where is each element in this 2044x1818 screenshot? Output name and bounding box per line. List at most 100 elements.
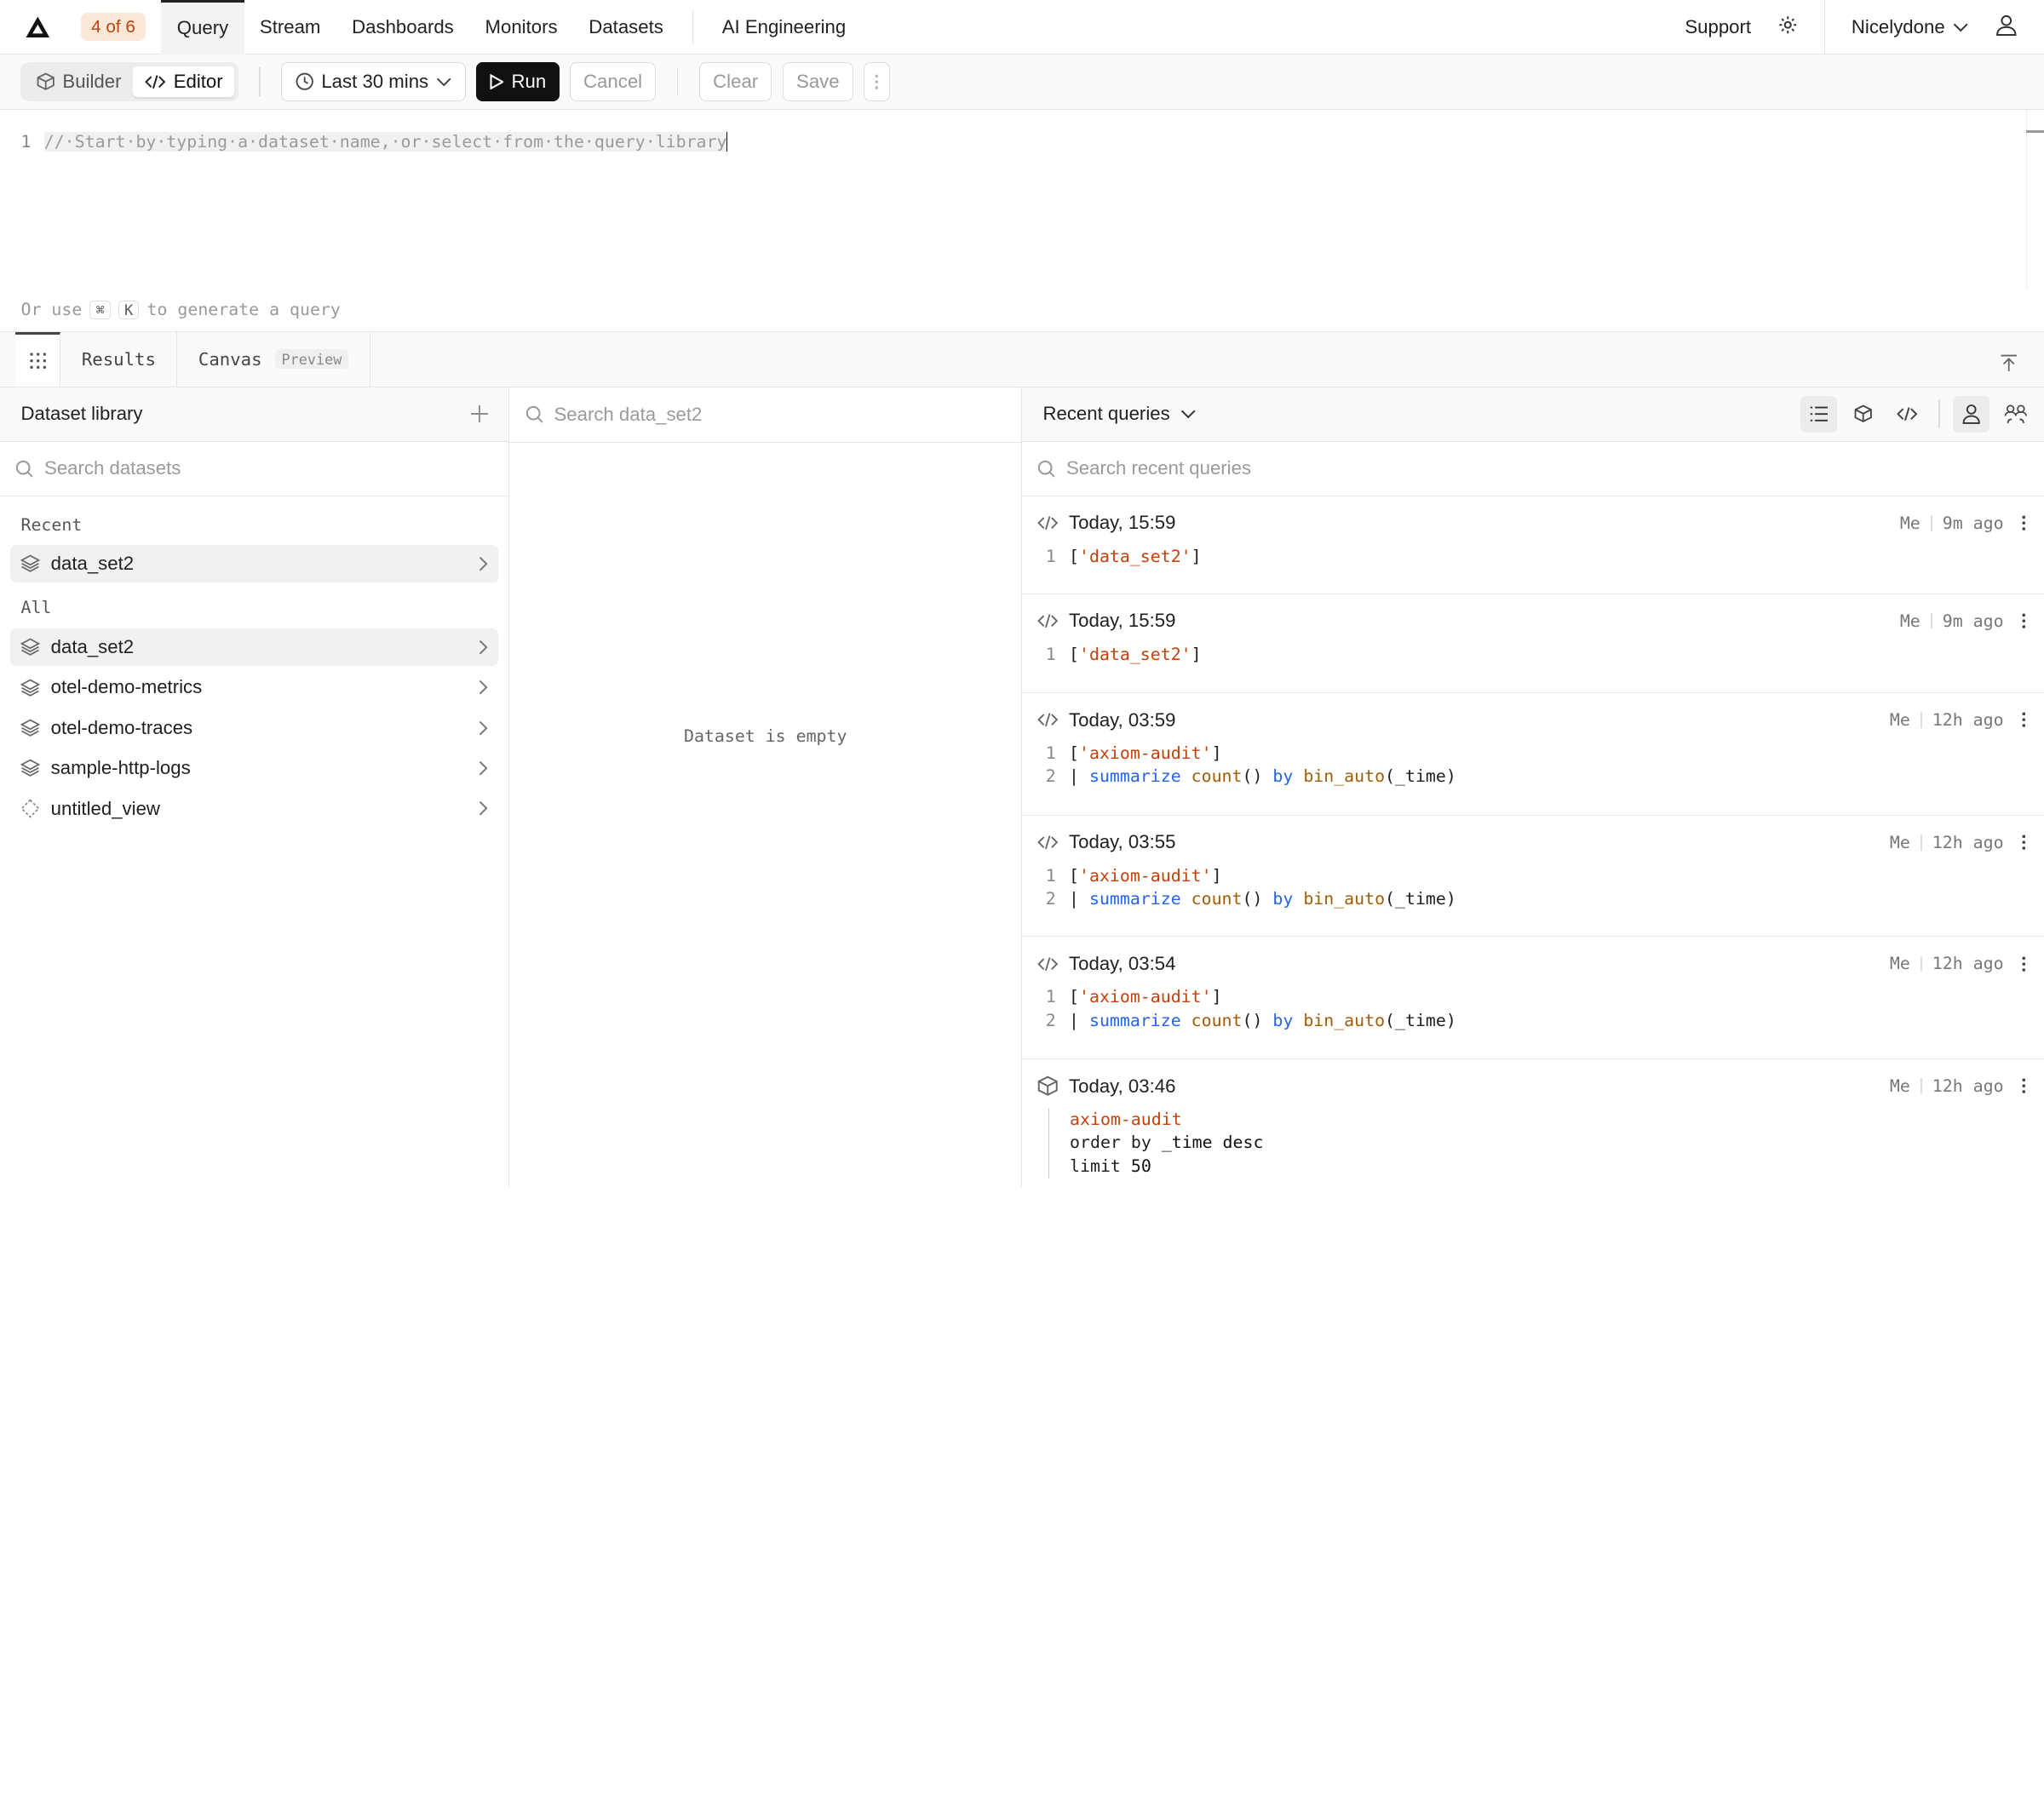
list-icon[interactable]: [1800, 395, 1837, 433]
query-item[interactable]: Today, 15:59 Me 9m ago 1 ['data_set2']: [1021, 496, 2044, 594]
editor-button[interactable]: Editor: [133, 66, 235, 98]
tab-canvas[interactable]: Canvas Preview: [177, 332, 370, 387]
tab-dashboards[interactable]: Dashboards: [336, 0, 469, 54]
search-input[interactable]: Search datasets: [44, 457, 181, 479]
more-options-icon[interactable]: [864, 61, 891, 101]
org-name: Nicelydone: [1851, 16, 1945, 38]
builder-order: order: [1070, 1133, 1121, 1153]
dataset-name: sample-http-logs: [50, 757, 191, 779]
editor-scrollbar[interactable]: [2025, 109, 2044, 290]
hint-prefix: Or use: [20, 300, 83, 320]
recent-search[interactable]: Search recent queries: [1021, 442, 2044, 497]
builder-button[interactable]: Builder: [25, 66, 133, 98]
query-dataset: 'axiom-audit': [1079, 987, 1212, 1007]
recent-search-input[interactable]: Search recent queries: [1066, 457, 1251, 479]
fields-search[interactable]: Search data_set2: [509, 387, 1021, 444]
chevron-right-icon: [479, 639, 488, 655]
dataset-item[interactable]: otel-demo-metrics: [10, 668, 498, 706]
code-icon: [1037, 956, 1059, 971]
cancel-button[interactable]: Cancel: [569, 61, 657, 101]
query-author: Me: [1889, 832, 1910, 852]
fn-count: count: [1191, 1010, 1243, 1030]
query-item[interactable]: Today, 15:59 Me 9m ago 1 ['data_set2']: [1021, 594, 2044, 694]
pipe: |: [1069, 766, 1080, 787]
dataset-name: data_set2: [50, 552, 135, 574]
builder-tree: axiom-audit order by _time desc limit 50: [1048, 1107, 2026, 1179]
query-item[interactable]: Today, 03:59 Me 12h ago 1 ['axiom-audit'] …: [1021, 693, 2044, 817]
plus-icon[interactable]: [471, 405, 488, 423]
builder-dataset: axiom-audit: [1070, 1109, 1182, 1129]
more-options-icon[interactable]: [2022, 834, 2026, 851]
dataset-search[interactable]: Search datasets: [0, 442, 509, 497]
gear-icon[interactable]: [1777, 14, 1798, 40]
query-editor[interactable]: 1 //·Start·by·typing·a·dataset·name,·or·…: [0, 109, 2044, 333]
query-item[interactable]: Today, 03:54 Me 12h ago 1 ['axiom-audit'] …: [1021, 937, 2044, 1060]
clock-icon: [296, 72, 313, 91]
axiom-logo-icon[interactable]: [24, 13, 53, 42]
cube-icon[interactable]: [1845, 396, 1881, 433]
tab-library[interactable]: [15, 332, 61, 387]
tab-results[interactable]: Results: [60, 332, 178, 387]
onboarding-badge[interactable]: 4 of 6: [80, 13, 146, 42]
dataset-item[interactable]: sample-http-logs: [10, 749, 498, 787]
chevron-right-icon: [479, 720, 488, 736]
preview-badge: Preview: [274, 349, 349, 370]
panel-title: Dataset library: [20, 403, 143, 425]
code-icon[interactable]: [1889, 396, 1926, 433]
layers-icon: [20, 638, 41, 657]
dataset-item[interactable]: untitled_view: [10, 789, 498, 827]
more-options-icon[interactable]: [2022, 1078, 2026, 1094]
query-time: Today, 03:54: [1069, 952, 1176, 974]
chevron-right-icon: [479, 556, 488, 571]
hint-suffix: to generate a query: [146, 300, 341, 320]
more-options-icon[interactable]: [2022, 515, 2026, 531]
users-icon[interactable]: [1997, 396, 2034, 433]
save-button[interactable]: Save: [782, 61, 853, 101]
panels: Dataset library Search datasets Recent d…: [0, 387, 2044, 1188]
line-number: 1: [20, 131, 32, 152]
code-icon: [1037, 614, 1059, 628]
builder-order-field: _time desc: [1161, 1133, 1264, 1153]
tab-datasets[interactable]: Datasets: [573, 0, 679, 54]
query-time: Today, 03:59: [1069, 708, 1176, 731]
tab-ai-engineering[interactable]: AI Engineering: [706, 0, 861, 54]
more-options-icon[interactable]: [2022, 956, 2026, 972]
tools-divider: [1938, 399, 1940, 429]
dataset-item[interactable]: data_set2: [10, 544, 499, 583]
user-icon[interactable]: [1952, 395, 1989, 433]
mode-toggle: Builder Editor: [20, 61, 238, 101]
fields-search-input[interactable]: Search data_set2: [554, 404, 702, 426]
clear-button[interactable]: Clear: [698, 61, 772, 101]
play-icon: [489, 73, 504, 90]
dataset-item[interactable]: data_set2: [10, 628, 499, 667]
run-button[interactable]: Run: [476, 61, 560, 101]
query-author: Me: [1889, 1076, 1910, 1097]
query-item[interactable]: Today, 03:55 Me 12h ago 1 ['axiom-audit'] …: [1021, 816, 2044, 938]
query-dataset: 'data_set2': [1079, 644, 1191, 664]
dataset-library-header: Dataset library: [0, 387, 509, 442]
tab-monitors[interactable]: Monitors: [469, 0, 573, 54]
query-item[interactable]: Today, 03:46 Me 12h ago axiom-audit order…: [1022, 1059, 2044, 1187]
dataset-item[interactable]: otel-demo-traces: [10, 709, 498, 747]
pipe: |: [1069, 1010, 1080, 1030]
more-options-icon[interactable]: [2022, 712, 2026, 728]
support-link[interactable]: Support: [1685, 16, 1751, 38]
builder-by: by: [1130, 1133, 1151, 1153]
org-switcher[interactable]: Nicelydone: [1852, 16, 1968, 38]
editor-label: Editor: [173, 70, 223, 92]
chevron-right-icon: [479, 760, 488, 776]
query-author: Me: [1899, 513, 1921, 533]
tab-query[interactable]: Query: [161, 0, 244, 54]
tab-stream[interactable]: Stream: [244, 0, 336, 54]
recent-queries-dropdown[interactable]: Recent queries: [1042, 403, 1196, 425]
field: (_time): [1385, 889, 1456, 909]
collapse-up-icon[interactable]: [2000, 348, 2018, 380]
editor-placeholder[interactable]: //·Start·by·typing·a·dataset·name,·or·se…: [43, 131, 728, 152]
user-icon[interactable]: [1995, 13, 2018, 42]
chevron-right-icon: [479, 801, 488, 816]
generate-hint: Or use ⌘ K to generate a query: [20, 300, 340, 319]
builder-label: Builder: [62, 70, 122, 92]
more-options-icon[interactable]: [2022, 613, 2026, 628]
time-range-picker[interactable]: Last 30 mins: [281, 61, 466, 101]
editor-line: 1 //·Start·by·typing·a·dataset·name,·or·…: [20, 131, 728, 152]
